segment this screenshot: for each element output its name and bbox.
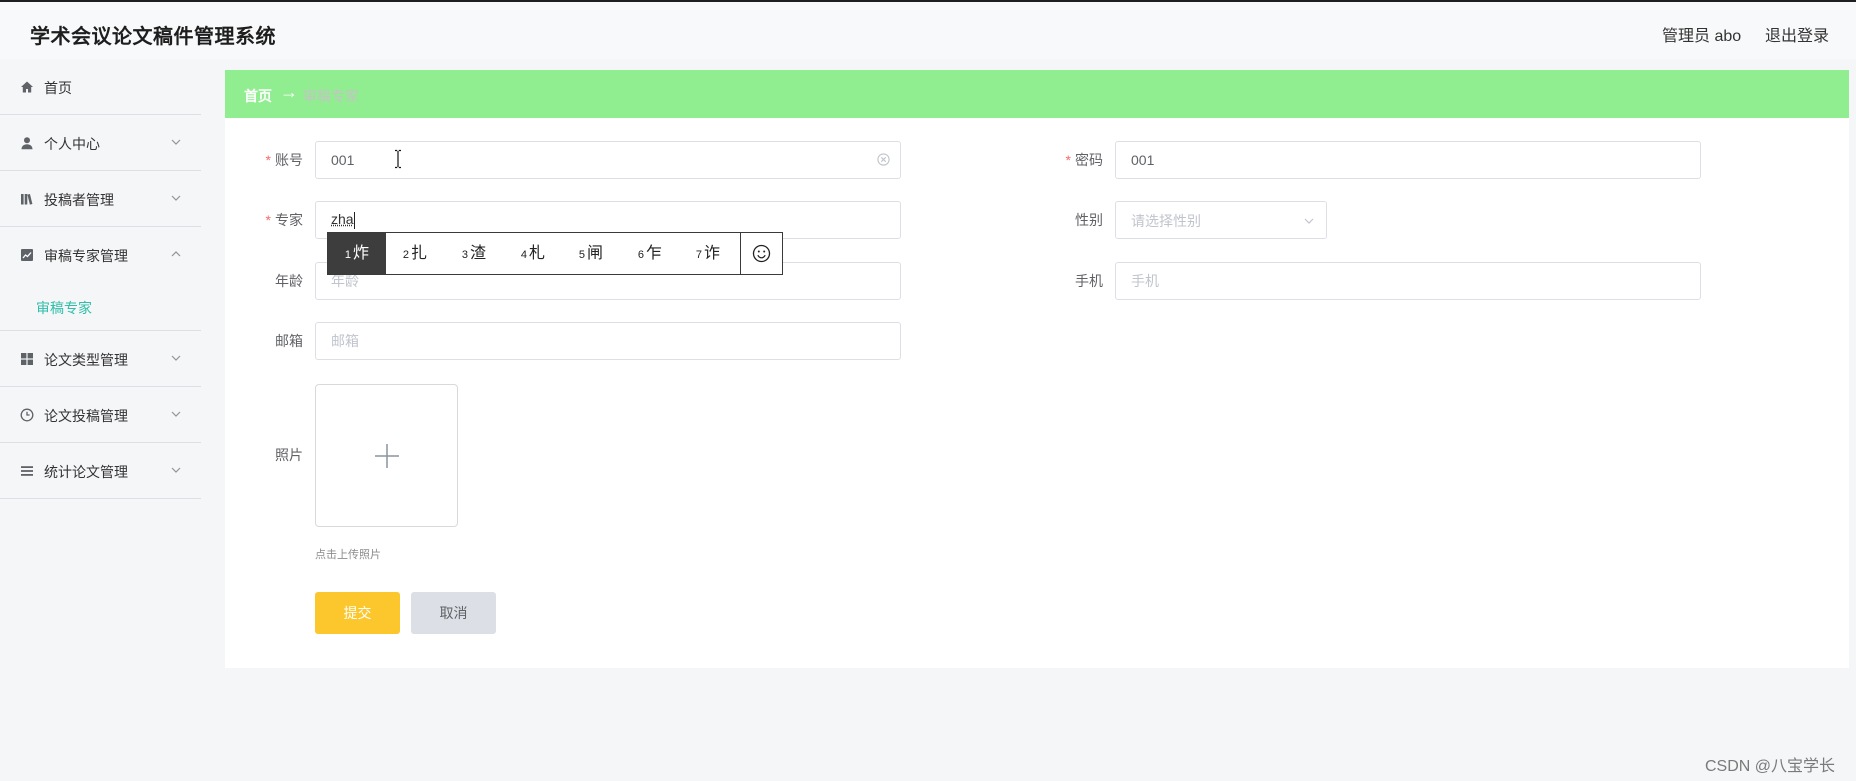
sidebar-subitem-label: 审稿专家 [36, 300, 92, 316]
ime-candidate-char: 诈 [704, 245, 721, 262]
home-icon [20, 80, 34, 94]
photo-label: 照片 [275, 447, 303, 463]
smiley-icon[interactable] [740, 233, 782, 274]
sidebar-item-label: 首页 [44, 80, 72, 96]
logout-link[interactable]: 退出登录 [1765, 22, 1829, 46]
chevron-down-icon [171, 411, 181, 417]
ime-candidate[interactable]: 4札 [504, 233, 562, 274]
chevron-down-icon [171, 139, 181, 145]
grid-icon [20, 352, 34, 366]
ime-candidate-char: 炸 [353, 245, 370, 262]
breadcrumb-separator: → [280, 82, 298, 102]
watermark: CSDN @八宝学长 [1705, 758, 1836, 775]
cancel-button[interactable]: 取消 [411, 592, 496, 634]
ime-candidate-index: 4 [520, 249, 528, 261]
breadcrumb-current: 审稿专家 [303, 88, 359, 104]
app-window: 学术会议论文稿件管理系统 管理员 abo 退出登录 首页 个人中心 投稿者管理 … [0, 0, 1856, 781]
sidebar-item-reviewer-management[interactable]: 审稿专家管理 [0, 227, 201, 283]
text-caret [354, 212, 355, 229]
ime-candidate-index: 3 [461, 249, 469, 261]
ime-candidate-char: 闸 [587, 245, 604, 262]
email-input[interactable] [315, 322, 901, 360]
ime-candidate[interactable]: 3渣 [445, 233, 503, 274]
list-icon [20, 464, 34, 478]
account-label-text: 账号 [275, 152, 303, 168]
app-title: 学术会议论文稿件管理系统 [30, 26, 276, 48]
sidebar-item-personal-center[interactable]: 个人中心 [0, 115, 201, 171]
phone-label: 手机 [1075, 273, 1103, 289]
required-mark: * [265, 212, 271, 228]
sidebar-item-label: 个人中心 [44, 136, 100, 152]
phone-input[interactable] [1115, 262, 1701, 300]
chevron-down-icon [1304, 218, 1314, 224]
gender-select[interactable]: 请选择性别 [1115, 201, 1327, 239]
ime-candidate-index: 2 [402, 249, 410, 261]
submit-button[interactable]: 提交 [315, 592, 400, 634]
ime-candidate-char: 乍 [646, 245, 663, 262]
ime-candidate[interactable]: 5闸 [562, 233, 620, 274]
library-icon [20, 192, 34, 206]
ime-candidate[interactable]: 6乍 [621, 233, 679, 274]
user-icon [20, 136, 34, 150]
password-label: * 密码 [1023, 141, 1103, 179]
clock-icon [20, 408, 34, 422]
clear-icon[interactable] [877, 153, 890, 166]
ime-candidate-char: 渣 [470, 245, 487, 262]
expert-label: * 专家 [223, 201, 303, 239]
ime-candidate-index: 7 [695, 249, 703, 261]
trend-chart-icon [20, 248, 34, 262]
age-label: 年龄 [275, 273, 303, 289]
password-input[interactable] [1115, 141, 1701, 179]
sidebar-item-label: 论文投稿管理 [44, 408, 128, 424]
gender-label: 性别 [1075, 212, 1103, 228]
mouse-ibeam-cursor-icon [393, 149, 403, 169]
required-mark: * [1065, 152, 1071, 168]
sidebar-item-label: 投稿者管理 [44, 192, 114, 208]
current-user-label: 管理员 abo [1662, 28, 1742, 45]
plus-icon [373, 442, 401, 470]
ime-candidate[interactable]: 2扎 [386, 233, 444, 274]
breadcrumb-home-link[interactable]: 首页 [244, 86, 272, 106]
sidebar-item-home[interactable]: 首页 [0, 59, 201, 115]
sidebar-item-paper-submission-management[interactable]: 论文投稿管理 [0, 387, 201, 443]
sidebar-subitem-reviewer[interactable]: 审稿专家 [0, 283, 201, 331]
password-label-text: 密码 [1075, 152, 1103, 168]
required-mark: * [265, 152, 271, 168]
ime-candidate-char: 扎 [411, 245, 428, 262]
ime-candidate-popup: 1炸 2扎 3渣 4札 5闸 6乍 7诈 [327, 232, 783, 275]
chevron-down-icon [171, 195, 181, 201]
chevron-down-icon [171, 467, 181, 473]
breadcrumb: 首页 → 审稿专家 [225, 70, 1849, 118]
expert-label-text: 专家 [275, 212, 303, 228]
ime-candidate[interactable]: 1炸 [328, 233, 386, 274]
email-label: 邮箱 [275, 333, 303, 349]
top-header [0, 2, 1856, 59]
ime-candidate-index: 1 [344, 249, 352, 261]
ime-composition-text: zha [331, 211, 354, 227]
sidebar-item-label: 论文类型管理 [44, 352, 128, 368]
ime-candidate[interactable]: 7诈 [679, 233, 737, 274]
sidebar-item-label: 审稿专家管理 [44, 248, 128, 264]
ime-candidate-char: 札 [529, 245, 546, 262]
ime-candidate-index: 6 [637, 249, 645, 261]
account-label: * 账号 [223, 141, 303, 179]
sidebar-item-label: 统计论文管理 [44, 464, 128, 480]
sidebar-item-submitter-management[interactable]: 投稿者管理 [0, 171, 201, 227]
gender-select-placeholder: 请选择性别 [1131, 213, 1201, 229]
ime-candidate-index: 5 [578, 249, 586, 261]
photo-upload-box[interactable] [315, 384, 458, 527]
sidebar-item-paper-type-management[interactable]: 论文类型管理 [0, 331, 201, 387]
chevron-up-icon [171, 251, 181, 257]
photo-upload-hint: 点击上传照片 [315, 549, 381, 561]
sidebar-item-paper-statistics-management[interactable]: 统计论文管理 [0, 443, 201, 499]
chevron-down-icon [171, 355, 181, 361]
